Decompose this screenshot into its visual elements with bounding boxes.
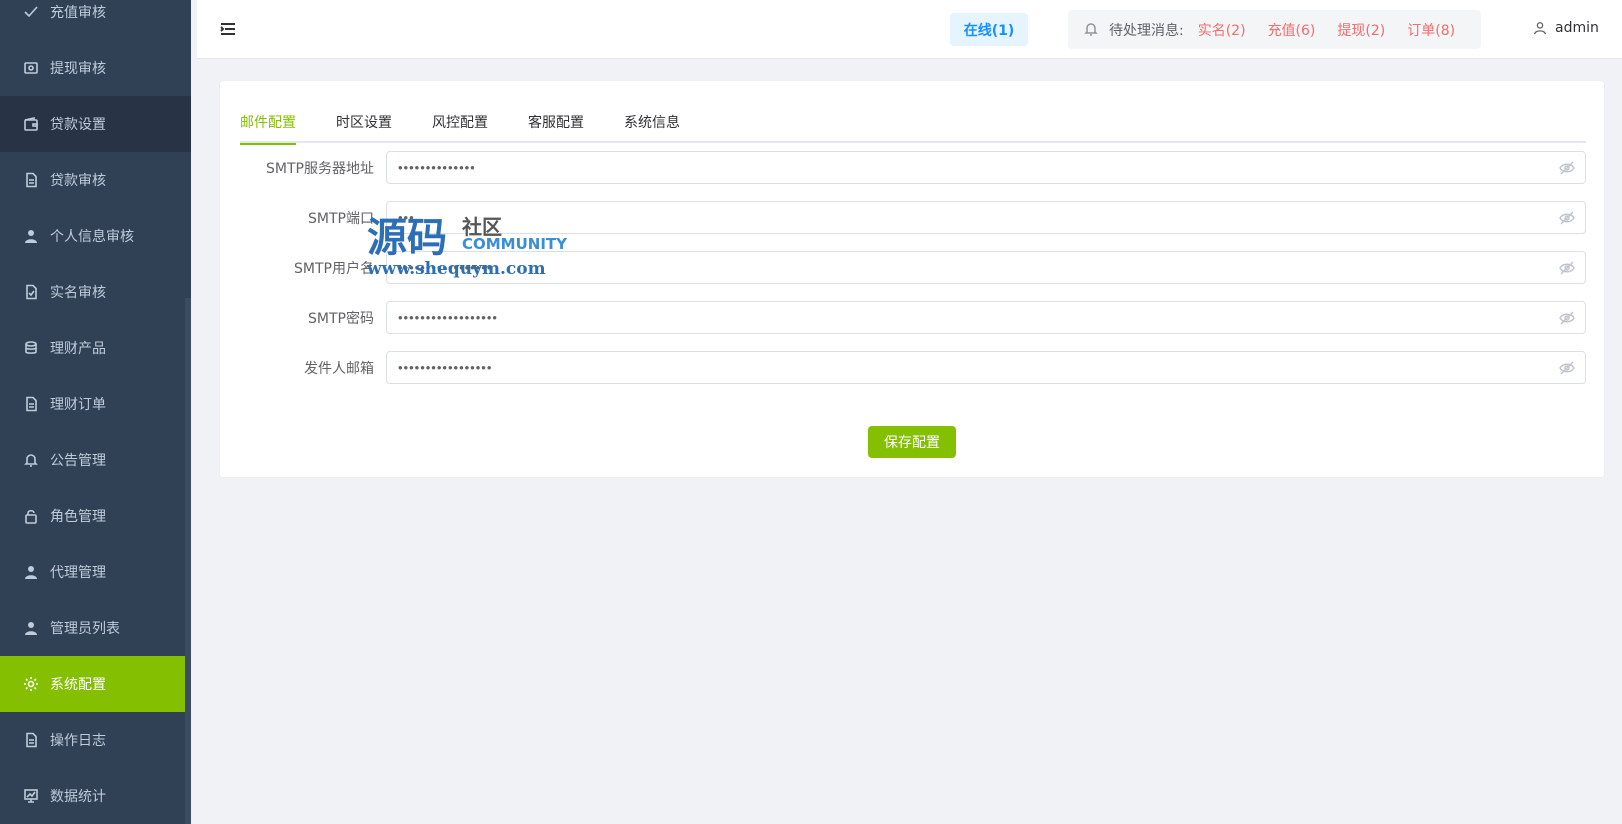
smtp-username-input[interactable] [387,252,1585,283]
gear-icon [22,675,40,693]
save-config-button[interactable]: 保存配置 [868,426,956,458]
sidebar-item-personal-info-review[interactable]: 个人信息审核 [0,208,191,264]
sidebar-menu: 充值审核 提现审核 贷款设置 贷款审核 个人信息审核 实名审核 理财产品 理财订… [0,0,191,824]
config-card: 邮件配置 时区设置 风控配置 客服配置 系统信息 SMTP服务器地址 SMTP端… [219,80,1605,478]
smtp-host-input[interactable] [387,152,1585,183]
user-icon [1534,22,1546,35]
sidebar-scrollbar[interactable] [185,298,191,824]
eye-off-icon[interactable] [1559,210,1575,226]
user-icon [22,227,40,245]
sidebar-item-label: 公告管理 [50,453,106,469]
form-row-sender-email: 发件人邮箱 [240,351,1586,384]
sidebar: 充值审核 提现审核 贷款设置 贷款审核 个人信息审核 实名审核 理财产品 理财订… [0,0,191,824]
sidebar-item-wealth-products[interactable]: 理财产品 [0,320,191,376]
tab-service-config[interactable]: 客服配置 [528,103,584,143]
document-icon [22,171,40,189]
sidebar-item-label: 贷款审核 [50,173,106,189]
bell-icon [22,451,40,469]
document-check-icon [22,283,40,301]
sidebar-item-role-management[interactable]: 角色管理 [0,488,191,544]
sidebar-item-operation-log[interactable]: 操作日志 [0,712,191,768]
user-icon [22,619,40,637]
sidebar-item-label: 角色管理 [50,509,106,525]
sidebar-item-system-config[interactable]: 系统配置 [0,656,191,712]
sidebar-item-loan-settings[interactable]: 贷款设置 [0,96,191,152]
pending-label: 待处理消息: [1109,22,1184,39]
pending-messages: 待处理消息: 实名(2) 充值(6) 提现(2) 订单(8) [1068,10,1481,49]
tab-timezone-settings[interactable]: 时区设置 [336,103,392,143]
smtp-username-label: SMTP用户名 [294,260,374,277]
smtp-username-field-wrapper [386,251,1586,284]
tab-risk-config[interactable]: 风控配置 [432,103,488,143]
form-row-smtp-port: SMTP端口 [240,201,1586,234]
menu-toggle-icon[interactable] [219,20,237,38]
pending-withdraw-link[interactable]: 提现(2) [1337,20,1385,40]
user-icon [22,563,40,581]
smtp-password-label: SMTP密码 [308,310,374,327]
tab-system-info[interactable]: 系统信息 [624,103,680,143]
smtp-host-label: SMTP服务器地址 [266,160,374,177]
sidebar-item-label: 个人信息审核 [50,229,134,245]
check-icon [22,3,40,21]
smtp-port-field-wrapper [386,201,1586,234]
sidebar-item-label: 代理管理 [50,565,106,581]
user-menu[interactable]: admin [1533,20,1599,36]
sender-email-field-wrapper [386,351,1586,384]
pending-order-link[interactable]: 订单(8) [1407,20,1455,40]
smtp-password-input[interactable] [387,302,1585,333]
chart-icon [22,787,40,805]
sender-email-label: 发件人邮箱 [304,360,374,377]
document-icon [22,395,40,413]
sidebar-item-label: 系统配置 [50,677,106,693]
sidebar-item-label: 贷款设置 [50,117,106,133]
sidebar-item-label: 实名审核 [50,285,106,301]
sidebar-item-statistics[interactable]: 数据统计 [0,768,191,824]
document-icon [22,731,40,749]
sidebar-item-label: 数据统计 [50,789,106,805]
sidebar-item-announcements[interactable]: 公告管理 [0,432,191,488]
online-count-badge[interactable]: 在线(1) [950,13,1028,46]
wallet-icon [22,115,40,133]
smtp-host-field-wrapper [386,151,1586,184]
top-header: 在线(1) 待处理消息: 实名(2) 充值(6) 提现(2) 订单(8) adm… [197,0,1622,59]
form-row-smtp-password: SMTP密码 [240,301,1586,334]
sidebar-item-wealth-orders[interactable]: 理财订单 [0,376,191,432]
sidebar-item-agent-management[interactable]: 代理管理 [0,544,191,600]
form-row-smtp-host: SMTP服务器地址 [240,151,1586,184]
image-icon [22,59,40,77]
smtp-port-label: SMTP端口 [308,210,374,227]
sidebar-item-label: 提现审核 [50,61,106,77]
sidebar-item-recharge-review[interactable]: 充值审核 [0,0,191,40]
pending-realname-link[interactable]: 实名(2) [1198,20,1246,40]
sidebar-item-label: 操作日志 [50,733,106,749]
smtp-port-input[interactable] [387,202,1585,233]
sender-email-input[interactable] [387,352,1585,383]
tab-email-config[interactable]: 邮件配置 [240,103,296,145]
coins-icon [22,339,40,357]
sidebar-item-withdraw-review[interactable]: 提现审核 [0,40,191,96]
sidebar-item-admin-list[interactable]: 管理员列表 [0,600,191,656]
sidebar-item-loan-review[interactable]: 贷款审核 [0,152,191,208]
smtp-password-field-wrapper [386,301,1586,334]
config-tabs: 邮件配置 时区设置 风控配置 客服配置 系统信息 [240,103,1586,145]
lock-icon [22,507,40,525]
eye-off-icon[interactable] [1559,310,1575,326]
username: admin [1555,20,1599,36]
eye-off-icon[interactable] [1559,360,1575,376]
eye-off-icon[interactable] [1559,160,1575,176]
pending-recharge-link[interactable]: 充值(6) [1268,20,1316,40]
form-row-smtp-username: SMTP用户名 [240,251,1586,284]
sidebar-item-label: 理财产品 [50,341,106,357]
sidebar-item-realname-review[interactable]: 实名审核 [0,264,191,320]
sidebar-item-label: 充值审核 [50,5,106,21]
eye-off-icon[interactable] [1559,260,1575,276]
sidebar-item-label: 理财订单 [50,397,106,413]
bell-icon [1083,21,1101,39]
sidebar-item-label: 管理员列表 [50,621,120,637]
